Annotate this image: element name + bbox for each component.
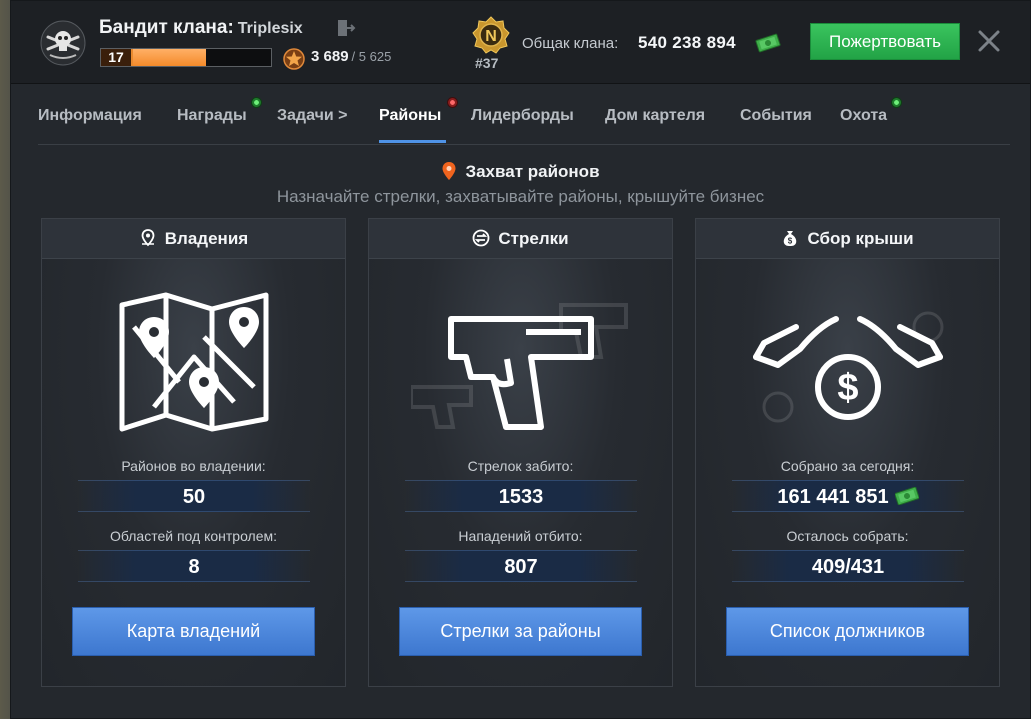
districts-notification-dot <box>447 97 458 108</box>
districts-owned-label: Районов во владении: <box>121 458 266 474</box>
reputation-max: / 5 625 <box>351 49 392 64</box>
holdings-card-title: Владения <box>164 229 249 248</box>
protection-card-header: $ Сбор крыши <box>696 219 999 259</box>
tab-leaderboards[interactable]: Лидерборды <box>471 107 574 125</box>
protection-money-icon: $ <box>753 311 944 423</box>
pistol-icon <box>411 303 628 430</box>
tab-tasks[interactable]: Задачи > <box>277 107 348 125</box>
tab-rewards[interactable]: Награды <box>177 107 247 125</box>
svg-text:$: $ <box>837 367 858 409</box>
treasury-value: 540 238 894 <box>638 33 736 52</box>
remaining-to-collect-value: 409/431 <box>732 550 964 582</box>
showdowns-card-title: Стрелки <box>498 229 569 248</box>
location-pin-icon <box>442 162 456 180</box>
svg-text:$: $ <box>788 237 793 246</box>
rewards-notification-dot <box>251 97 262 108</box>
showdowns-held-value: 1533 <box>405 480 637 512</box>
collected-today-label: Собрано за сегодня: <box>780 458 915 474</box>
attacks-repelled-value: 807 <box>405 550 637 582</box>
swap-arrows-icon <box>472 229 490 247</box>
hunt-notification-dot <box>891 97 902 108</box>
showdowns-held-label: Стрелок забито: <box>467 458 574 474</box>
regions-controlled-label: Областей под контролем: <box>109 528 278 544</box>
money-icon <box>755 33 781 53</box>
clan-label: Бандит клана: <box>99 17 234 38</box>
donate-button[interactable]: Пожертвовать <box>810 23 960 60</box>
tab-events[interactable]: События <box>740 107 812 125</box>
holdings-card: Владения Районов во владении: 50 Областе… <box>41 218 346 687</box>
section-title-text: Захват районов <box>465 162 600 181</box>
map-icon <box>119 292 269 432</box>
reputation-value: 3 689/ 5 625 <box>311 48 391 65</box>
remaining-to-collect-label: Осталось собрать: <box>786 528 909 544</box>
rank-badge-icon: N <box>472 16 510 54</box>
tab-districts[interactable]: Районы <box>379 107 441 125</box>
tab-bar: Информация Награды Задачи > Районы Лидер… <box>38 97 1010 145</box>
tab-hunt[interactable]: Охота <box>840 107 887 125</box>
exit-icon[interactable] <box>336 18 356 38</box>
tab-info[interactable]: Информация <box>38 107 142 125</box>
clan-window: Бандит клана: Triplesix 17 3 689/ 5 625 N… <box>10 0 1031 719</box>
section-title: Захват районов <box>11 161 1030 182</box>
reputation-current: 3 689 <box>311 48 349 65</box>
location-pin-icon <box>141 229 155 247</box>
close-icon[interactable] <box>976 28 1002 54</box>
collected-today-amount: 161 441 851 <box>777 486 889 508</box>
attacks-repelled-label: Нападений отбито: <box>458 528 583 544</box>
districts-owned-value: 50 <box>78 480 310 512</box>
collected-today-value: 161 441 851 <box>732 480 964 512</box>
rank-letter: N <box>485 28 497 45</box>
showdowns-card: Стрелки Стрелок забито: 1533 Нападений о… <box>368 218 673 687</box>
money-bag-icon: $ <box>784 231 797 246</box>
level-progress-bar: 17 <box>100 48 272 67</box>
tab-cartel-house[interactable]: Дом картеля <box>605 107 705 125</box>
debtors-list-button[interactable]: Список должников <box>726 607 969 656</box>
showdowns-card-header: Стрелки <box>369 219 672 259</box>
clan-title: Бандит клана: Triplesix <box>99 17 303 39</box>
holdings-map-button[interactable]: Карта владений <box>72 607 315 656</box>
district-showdowns-button[interactable]: Стрелки за районы <box>399 607 642 656</box>
protection-card: $ Сбор крыши $ Собрано за сегодня: 161 4… <box>695 218 1000 687</box>
level-number: 17 <box>101 49 133 66</box>
active-tab-underline <box>379 140 446 143</box>
treasury-label: Общак клана: <box>522 35 619 52</box>
clan-header: Бандит клана: Triplesix 17 3 689/ 5 625 N… <box>11 1 1030 84</box>
holdings-card-header: Владения <box>42 219 345 259</box>
clan-emblem-icon <box>40 20 86 66</box>
money-icon <box>894 487 919 505</box>
clan-rank: #37 <box>475 55 499 71</box>
clan-name: Triplesix <box>237 20 303 37</box>
reputation-star-icon <box>283 48 305 70</box>
regions-controlled-value: 8 <box>78 550 310 582</box>
protection-card-title: Сбор крыши <box>807 229 914 248</box>
section-subtitle: Назначайте стрелки, захватывайте районы,… <box>276 187 765 206</box>
